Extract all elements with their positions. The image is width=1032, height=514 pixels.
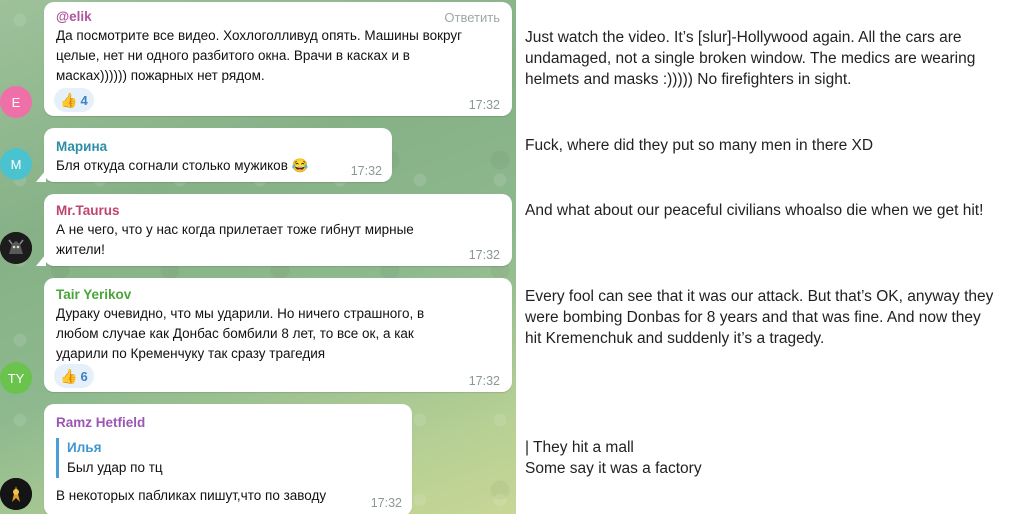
message-time: 17:32 — [370, 496, 402, 510]
message-bubble[interactable]: Tair Yerikov Дураку очевидно, что мы уда… — [44, 278, 512, 392]
translation-block: | They hit a mall Some say it was a fact… — [525, 437, 702, 479]
translation-line: Some say it was a factory — [525, 460, 702, 477]
message-bubble[interactable]: Марина Бля откуда согнали столько мужико… — [36, 128, 392, 182]
message-time: 17:32 — [350, 164, 382, 178]
reaction-badge[interactable]: 👍 4 — [54, 88, 94, 112]
message-text-line: ударили по Кременчуку так сразу трагедия — [56, 346, 326, 361]
translation-line: helmets and masks :))))) No firefighters… — [525, 71, 852, 88]
message-text-line: жители! — [56, 242, 105, 257]
translation-line: And what about our peaceful civilians wh… — [525, 202, 984, 219]
avatar[interactable]: TY — [0, 362, 32, 394]
thumbs-up-icon: 👍 — [60, 367, 78, 384]
avatar-initials: M — [10, 156, 22, 172]
message-text-line: А не чего, что у нас когда прилетает тож… — [56, 222, 414, 237]
message-time: 17:32 — [468, 98, 500, 112]
avatar-initials: E — [11, 94, 21, 110]
bubble-tail — [36, 170, 46, 182]
translation-block: Every fool can see that it was our attac… — [525, 286, 993, 349]
translation-line: Every fool can see that it was our attac… — [525, 288, 994, 305]
translation-block: And what about our peaceful civilians wh… — [525, 200, 983, 221]
message-author[interactable]: Tair Yerikov — [56, 287, 131, 302]
reaction-count: 4 — [80, 92, 88, 108]
message-author[interactable]: Mr.Taurus — [56, 203, 120, 218]
translation-line: Fuck, where did they put so many men in … — [525, 137, 874, 154]
avatar-photo — [0, 232, 32, 264]
avatar[interactable]: M — [0, 148, 32, 180]
translation-line: were bombing Donbas for 8 years and that… — [525, 309, 981, 326]
reaction-count: 6 — [80, 368, 88, 384]
message-author[interactable]: Ramz Hetfield — [56, 415, 145, 430]
message-time: 17:32 — [468, 248, 500, 262]
reaction-badge[interactable]: 👍 6 — [54, 364, 94, 388]
message-author[interactable]: @elik — [56, 9, 92, 24]
chat-panel: @elik Ответить Да посмотрите все видео. … — [0, 0, 516, 514]
message-text-line: Бля откуда согнали столько мужиков 😂 — [56, 158, 309, 173]
reply-button[interactable]: Ответить — [444, 10, 500, 25]
message-bubble[interactable]: @elik Ответить Да посмотрите все видео. … — [44, 2, 512, 116]
message-text-line: Да посмотрите все видео. Хохлоголливуд о… — [56, 28, 463, 43]
message-author[interactable]: Марина — [56, 139, 107, 154]
translation-line: Just watch the video. It’s [slur]-Hollyw… — [525, 29, 962, 46]
avatar[interactable] — [0, 478, 32, 510]
message-text-line: В некоторых пабликах пишут,что по заводу — [56, 488, 327, 503]
translation-line: undamaged, not a single broken window. T… — [525, 50, 976, 67]
translation-line: hit Kremenchuk and suddenly it’s a trage… — [525, 330, 825, 347]
translation-block: Just watch the video. It’s [slur]-Hollyw… — [525, 27, 975, 90]
message-text-line: масках)))))) пожарных нет рядом. — [56, 68, 265, 83]
avatar[interactable]: E — [0, 86, 32, 118]
message-text-line: целые, нет ни одного разбитого окна. Вра… — [56, 48, 410, 63]
bubble-tail — [36, 254, 46, 266]
translation-block: Fuck, where did they put so many men in … — [525, 135, 873, 156]
avatar-initials: TY — [7, 370, 25, 386]
message-bubble[interactable]: Ramz Hetfield Илья Был удар по тц В неко… — [44, 404, 412, 514]
message-text-line: любом случае как Донбас бомбили 8 лет, т… — [56, 326, 414, 341]
translation-line: | They hit a mall — [525, 439, 634, 456]
message-text-line: Дураку очевидно, что мы ударили. Но ниче… — [56, 306, 425, 321]
reply-quote[interactable]: Илья Был удар по тц — [56, 438, 163, 478]
message-time: 17:32 — [468, 374, 500, 388]
message-bubble[interactable]: Mr.Taurus А не чего, что у нас когда при… — [36, 194, 512, 266]
thumbs-up-icon: 👍 — [60, 91, 78, 108]
quote-author: Илья — [67, 440, 102, 455]
avatar-photo — [0, 478, 32, 510]
quote-text: Был удар по тц — [67, 460, 163, 475]
avatar[interactable] — [0, 232, 32, 264]
